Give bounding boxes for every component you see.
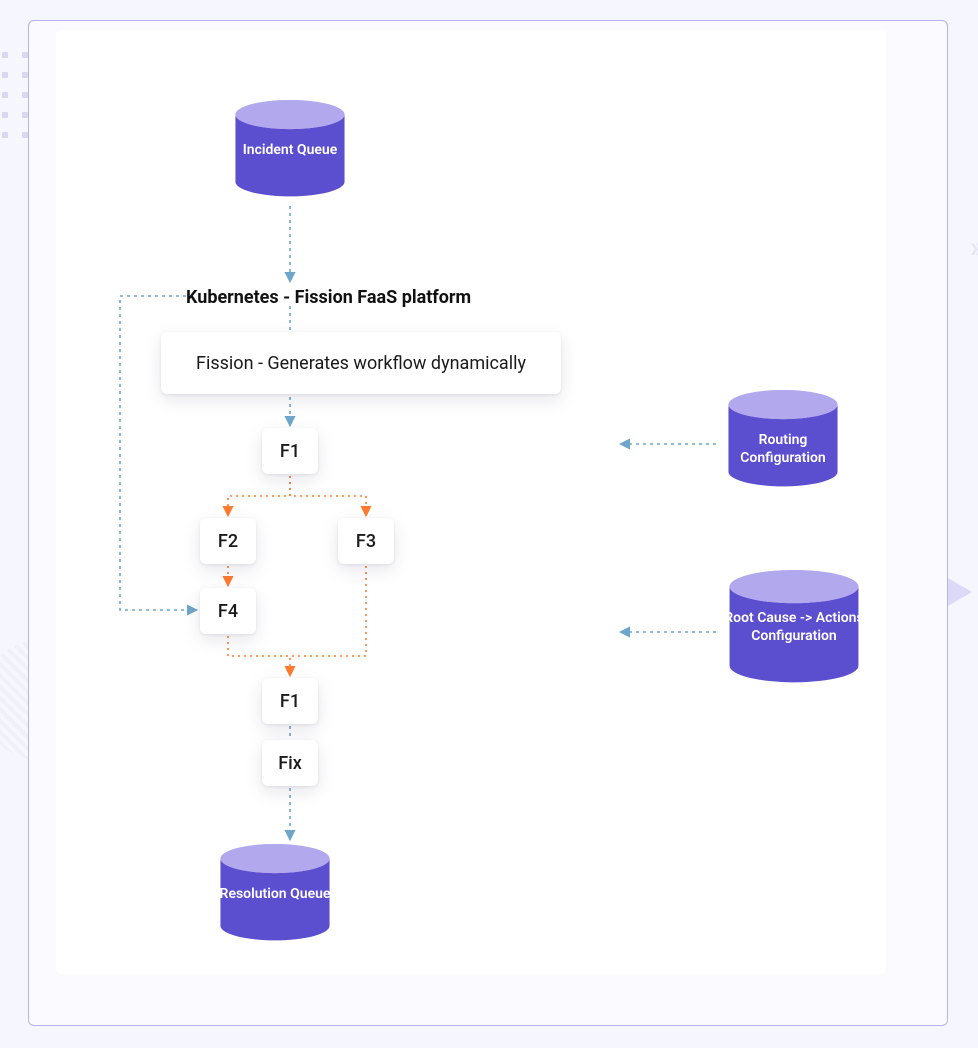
cylinder-label: Root Cause -> Actions Configuration [720, 610, 868, 645]
inner-panel [56, 30, 886, 974]
node-label: Fix [278, 753, 302, 774]
node-label: F1 [280, 441, 300, 462]
cylinder-label: Incident Queue [227, 142, 353, 160]
node-f1: F1 [262, 428, 318, 474]
node-f3: F3 [338, 518, 394, 564]
section-title-k8s: Kubernetes - Fission FaaS platform [186, 287, 471, 308]
cylinder-label: Resolution Queue [212, 886, 338, 904]
cylinder-resolution-queue: Resolution Queue [212, 844, 338, 944]
node-label: F2 [218, 531, 238, 552]
node-f4: F4 [200, 588, 256, 634]
node-label: F1 [280, 691, 300, 712]
cylinder-routing-config: Routing Configuration [720, 390, 846, 490]
fission-card-label: Fission - Generates workflow dynamically [196, 353, 526, 374]
fission-workflow-card: Fission - Generates workflow dynamically [161, 332, 561, 394]
node-f2: F2 [200, 518, 256, 564]
cylinder-rootcause-config: Root Cause -> Actions Configuration [720, 570, 868, 686]
cylinder-label: Routing Configuration [720, 432, 846, 467]
decor-triangle [948, 578, 972, 606]
node-label: F4 [218, 601, 238, 622]
decor-chevrons: ›› [970, 230, 978, 265]
node-label: F3 [356, 531, 376, 552]
cylinder-incident-queue: Incident Queue [227, 100, 353, 200]
node-f1b: F1 [262, 678, 318, 724]
node-fix: Fix [262, 740, 318, 786]
